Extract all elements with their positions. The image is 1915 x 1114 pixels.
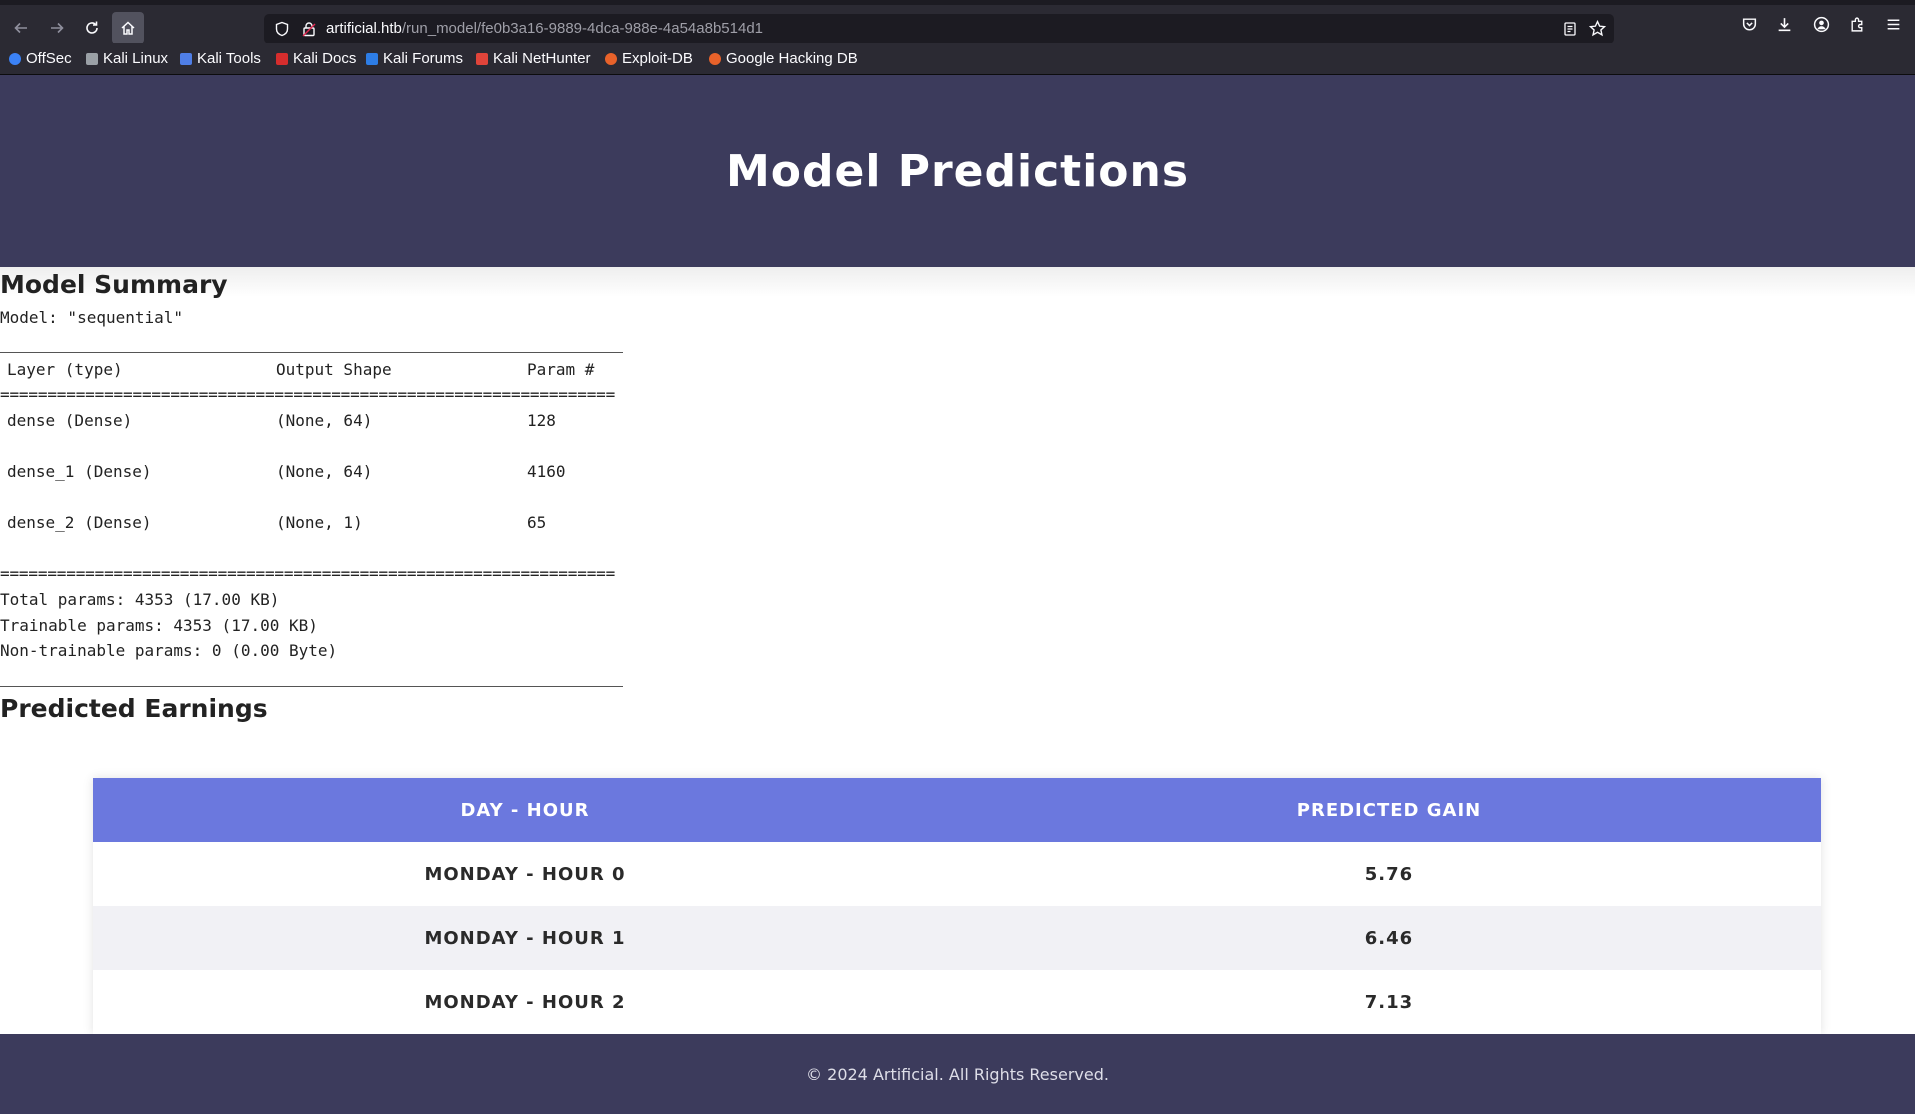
reload-icon	[86, 21, 98, 34]
page-title: Model Predictions	[725, 145, 1190, 197]
predicted-gain-cell: 6.46	[1364, 927, 1414, 949]
forward-button[interactable]	[41, 12, 73, 44]
url-text[interactable]: artificial.htb/run_model/fe0b3a16-9889-4…	[326, 20, 763, 37]
bookmark-google-hacking-db[interactable]: Google Hacking DB	[709, 50, 858, 67]
menu-icon[interactable]	[1885, 16, 1902, 33]
home-icon	[121, 21, 135, 35]
kali-docs-icon	[276, 52, 288, 65]
bookmark-label: OffSec	[26, 50, 72, 67]
column-header-output-shape: Output Shape	[276, 360, 392, 379]
table-row: MONDAY - HOUR 2 7.13	[93, 970, 1821, 1034]
layer-params: 128	[527, 411, 556, 430]
bookmark-label: Kali Linux	[103, 50, 169, 67]
bookmark-kali-forums[interactable]: Kali Forums	[366, 50, 463, 67]
bookmark-offsec[interactable]: OffSec	[9, 50, 72, 67]
day-hour-cell: MONDAY - HOUR 2	[424, 991, 626, 1013]
bookmark-label: Kali Tools	[197, 50, 261, 67]
page-header: Model Predictions	[0, 75, 1915, 267]
account-icon[interactable]	[1813, 16, 1830, 33]
bookmark-label: Exploit-DB	[622, 50, 693, 67]
summary-double-rule: ========================================…	[0, 385, 616, 404]
layer-shape: (None, 64)	[276, 411, 373, 430]
predicted-earnings-heading: Predicted Earnings	[0, 694, 268, 723]
layer-params: 65	[527, 513, 547, 532]
layer-name: dense_2 (Dense)	[7, 513, 152, 532]
url-path: /run_model/fe0b3a16-9889-4dca-988e-4a54a…	[401, 20, 764, 37]
kali-forums-icon	[366, 52, 378, 65]
bookmark-kali-tools[interactable]: Kali Tools	[180, 50, 261, 67]
url-host: artificial.htb	[326, 20, 402, 37]
back-arrow-icon	[14, 22, 27, 34]
bookmark-star-icon[interactable]	[1589, 20, 1606, 37]
kali-tools-icon	[180, 52, 192, 65]
page-footer: © 2024 Artificial. All Rights Reserved.	[0, 1034, 1915, 1114]
layer-params: 4160	[527, 462, 566, 481]
layer-shape: (None, 1)	[276, 513, 363, 532]
table-row: MONDAY - HOUR 0 5.76	[93, 842, 1821, 906]
bookmark-kali-docs[interactable]: Kali Docs	[276, 50, 356, 67]
bookmark-label: Kali Docs	[293, 50, 357, 67]
predicted-gain-cell: 7.13	[1364, 991, 1414, 1013]
day-hour-cell: MONDAY - HOUR 0	[424, 863, 626, 885]
offsec-icon	[9, 52, 21, 65]
exploit-db-icon	[605, 52, 617, 65]
bookmark-label: Kali Forums	[383, 50, 464, 67]
layer-name: dense (Dense)	[7, 411, 133, 430]
bookmark-label: Google Hacking DB	[726, 50, 858, 67]
back-button[interactable]	[5, 12, 37, 44]
total-params: Total params: 4353 (17.00 KB)	[0, 590, 280, 609]
predictions-table: DAY - HOUR PREDICTED GAIN MONDAY - HOUR …	[93, 778, 1821, 1034]
model-summary-heading: Model Summary	[0, 270, 228, 299]
header-shadow	[0, 267, 1915, 297]
summary-double-rule-bottom: ========================================…	[0, 564, 616, 583]
layer-name: dense_1 (Dense)	[7, 462, 152, 481]
bookmarks-toolbar: OffSec Kali Linux Kali Tools Kali Docs K…	[0, 43, 1915, 75]
lock-icon[interactable]	[301, 21, 317, 37]
non-trainable-params: Non-trainable params: 0 (0.00 Byte)	[0, 641, 338, 660]
summary-bottom-rule	[0, 686, 623, 687]
bookmark-label: Kali NetHunter	[493, 50, 591, 67]
pocket-icon[interactable]	[1741, 16, 1758, 33]
nethunter-icon	[476, 52, 488, 65]
kali-dragon-icon	[86, 52, 98, 65]
day-hour-cell: MONDAY - HOUR 1	[424, 927, 626, 949]
summary-top-rule	[0, 352, 623, 353]
predicted-gain-cell: 5.76	[1364, 863, 1414, 885]
bookmark-kali-nethunter[interactable]: Kali NetHunter	[476, 50, 591, 67]
bookmark-exploit-db[interactable]: Exploit-DB	[605, 50, 693, 67]
reload-button[interactable]	[76, 12, 108, 44]
extensions-icon[interactable]	[1849, 16, 1866, 33]
bookmark-kali-linux[interactable]: Kali Linux	[86, 50, 168, 67]
downloads-icon[interactable]	[1776, 16, 1793, 33]
home-button[interactable]	[112, 12, 144, 44]
table-header-row: DAY - HOUR PREDICTED GAIN	[93, 778, 1821, 842]
browser-toolbar: artificial.htb/run_model/fe0b3a16-9889-4…	[0, 5, 1915, 44]
address-bar[interactable]: artificial.htb/run_model/fe0b3a16-9889-4…	[264, 14, 1614, 44]
ghdb-icon	[709, 52, 721, 65]
model-name-line: Model: "sequential"	[0, 308, 184, 327]
forward-arrow-icon	[51, 22, 64, 34]
tracking-shield-icon[interactable]	[274, 21, 290, 37]
trainable-params: Trainable params: 4353 (17.00 KB)	[0, 616, 318, 635]
table-row: MONDAY - HOUR 1 6.46	[93, 906, 1821, 970]
column-header-day-hour: DAY - HOUR	[460, 799, 590, 821]
column-header-layer: Layer (type)	[7, 360, 123, 379]
copyright-text: © 2024 Artificial. All Rights Reserved.	[806, 1064, 1109, 1084]
layer-shape: (None, 64)	[276, 462, 373, 481]
column-header-predicted-gain: PREDICTED GAIN	[1296, 799, 1482, 821]
column-header-param-count: Param #	[527, 360, 595, 379]
reader-view-icon[interactable]	[1562, 21, 1578, 37]
